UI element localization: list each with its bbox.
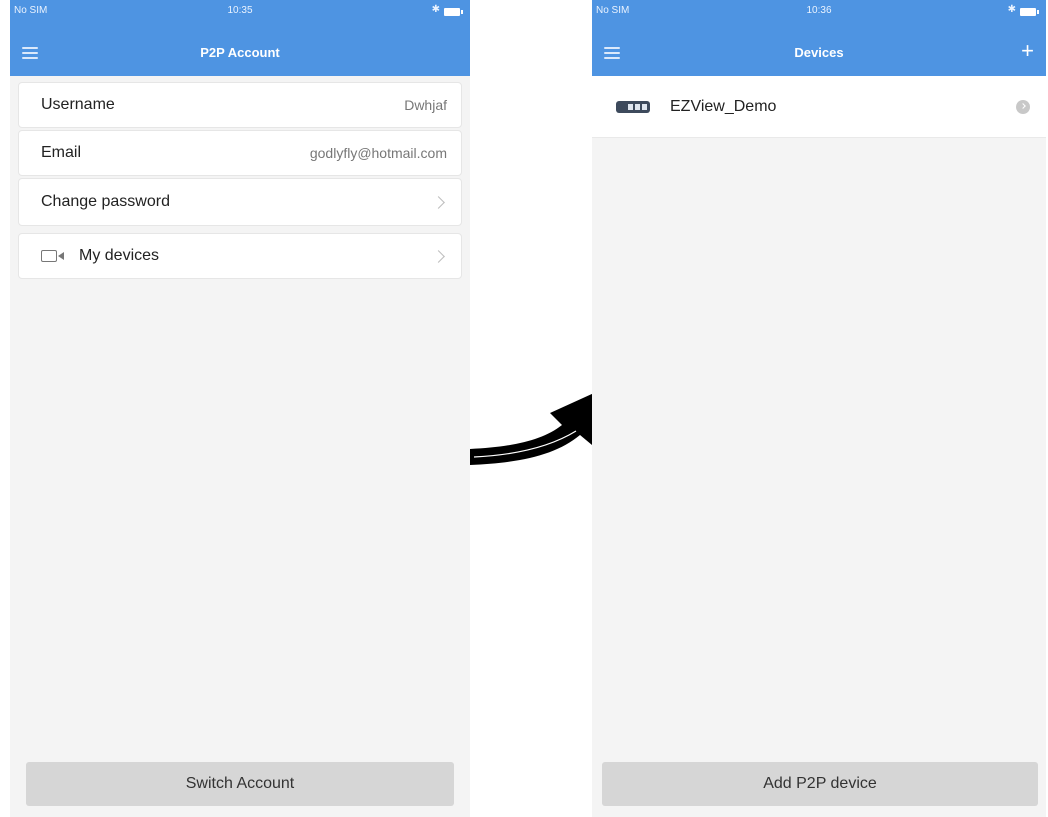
navigation-bar: No SIM 10:36 ✱ Devices + <box>592 0 1046 76</box>
page-title: P2P Account <box>200 45 280 60</box>
username-row: Username Dwhjaf <box>18 82 462 128</box>
p2p-account-screen: No SIM 10:35 ✱ P2P Account Username Dwhj… <box>10 0 470 817</box>
status-bar: No SIM 10:36 ✱ <box>592 0 1046 22</box>
devices-screen: No SIM 10:36 ✱ Devices + EZView_Demo Add… <box>592 0 1046 817</box>
device-name: EZView_Demo <box>670 97 777 115</box>
transition-arrow-icon <box>470 393 594 465</box>
bluetooth-icon: ✱ <box>1007 4 1016 15</box>
page-title: Devices <box>794 45 844 60</box>
battery-icon <box>444 7 464 16</box>
clock: 10:35 <box>227 5 253 16</box>
dvr-device-icon <box>616 99 656 115</box>
chevron-right-icon <box>432 249 445 263</box>
change-password-label: Change password <box>41 193 170 210</box>
switch-account-button[interactable]: Switch Account <box>26 762 454 806</box>
clock: 10:36 <box>806 5 832 16</box>
battery-icon <box>1020 7 1040 16</box>
change-password-row[interactable]: Change password <box>18 178 462 226</box>
username-value: Dwhjaf <box>404 97 447 113</box>
email-label: Email <box>41 144 82 161</box>
add-p2p-device-button[interactable]: Add P2P device <box>602 762 1038 806</box>
navigation-bar: No SIM 10:35 ✱ P2P Account <box>10 0 470 76</box>
chevron-right-icon <box>432 195 445 209</box>
my-devices-label: My devices <box>79 247 160 264</box>
bluetooth-icon: ✱ <box>431 4 440 15</box>
video-camera-icon <box>41 248 69 264</box>
email-value: godlyfly@hotmail.com <box>309 145 447 161</box>
device-detail-icon[interactable] <box>1016 99 1030 114</box>
status-bar: No SIM 10:35 ✱ <box>10 0 470 22</box>
username-label: Username <box>41 96 115 113</box>
add-device-icon[interactable]: + <box>1021 40 1034 62</box>
my-devices-row[interactable]: My devices <box>18 233 462 279</box>
email-row: Email godlyfly@hotmail.com <box>18 130 462 176</box>
device-list-item[interactable]: EZView_Demo <box>592 76 1046 138</box>
